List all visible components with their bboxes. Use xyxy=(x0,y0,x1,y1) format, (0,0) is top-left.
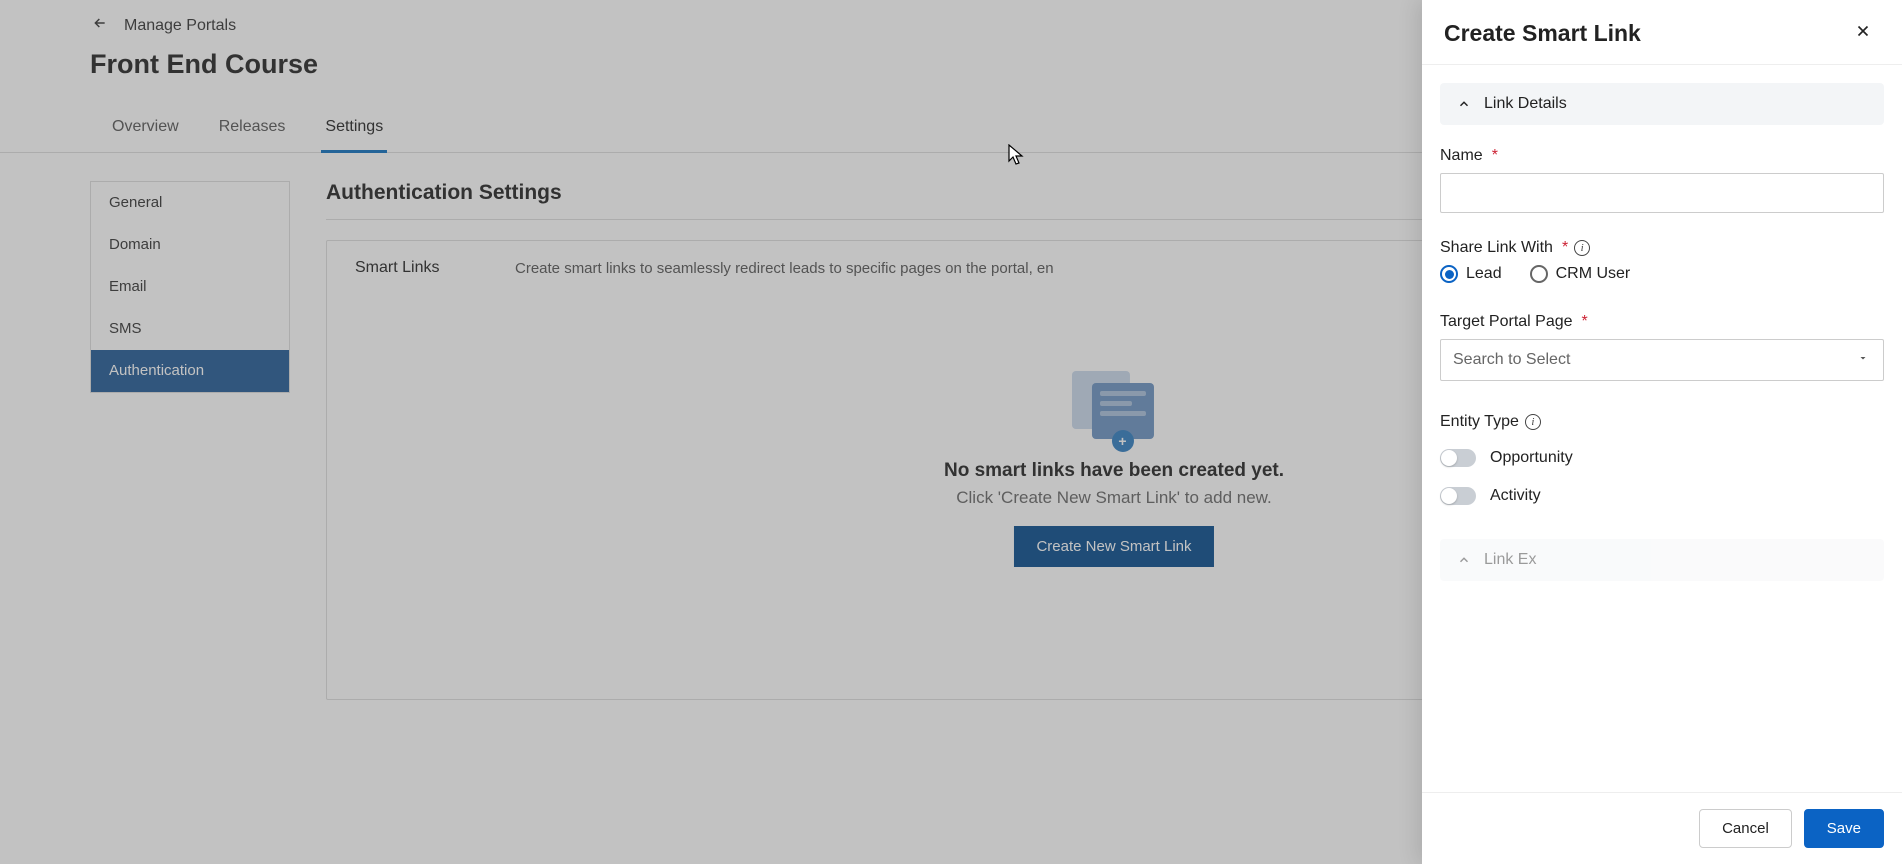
radio-label-lead: Lead xyxy=(1466,265,1502,283)
radio-crm-user[interactable]: CRM User xyxy=(1530,265,1631,283)
section-link-details[interactable]: Link Details xyxy=(1440,83,1884,125)
save-button[interactable]: Save xyxy=(1804,809,1884,848)
toggle-label-activity: Activity xyxy=(1490,487,1541,505)
share-label: Share Link With* i xyxy=(1440,239,1884,257)
create-smart-link-panel: Create Smart Link Link Details Name* Sha… xyxy=(1422,0,1902,864)
entity-type-label: Entity Type i xyxy=(1440,413,1884,431)
radio-unselected-icon xyxy=(1530,265,1548,283)
name-label: Name* xyxy=(1440,147,1884,165)
panel-title: Create Smart Link xyxy=(1444,20,1641,47)
radio-selected-icon xyxy=(1440,265,1458,283)
chevron-up-icon xyxy=(1456,96,1472,112)
target-portal-select[interactable]: Search to Select xyxy=(1440,339,1884,381)
select-placeholder: Search to Select xyxy=(1453,351,1570,369)
section-label: Link Ex xyxy=(1484,551,1536,569)
close-icon[interactable] xyxy=(1848,18,1878,48)
target-label: Target Portal Page* xyxy=(1440,313,1884,331)
radio-lead[interactable]: Lead xyxy=(1440,265,1502,283)
section-link-expiry[interactable]: Link Ex xyxy=(1440,539,1884,581)
section-label: Link Details xyxy=(1484,95,1567,113)
chevron-up-icon xyxy=(1456,552,1472,568)
radio-label-crm: CRM User xyxy=(1556,265,1631,283)
name-input[interactable] xyxy=(1440,173,1884,213)
info-icon[interactable]: i xyxy=(1574,240,1590,256)
toggle-label-opportunity: Opportunity xyxy=(1490,449,1573,467)
info-icon[interactable]: i xyxy=(1525,414,1541,430)
cancel-button[interactable]: Cancel xyxy=(1699,809,1792,848)
toggle-activity[interactable] xyxy=(1440,487,1476,505)
toggle-opportunity[interactable] xyxy=(1440,449,1476,467)
chevron-down-icon xyxy=(1857,351,1869,369)
